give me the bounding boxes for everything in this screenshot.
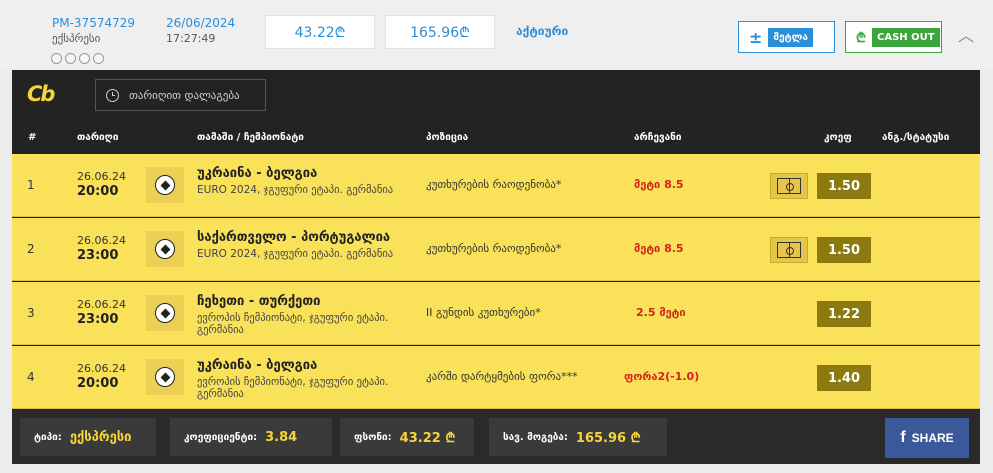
row-number: 4 (27, 370, 35, 384)
table-header: # თარიღი თამაში / ჩემპიონატი პოზიცია არჩ… (12, 122, 980, 154)
summary-total: სავ. მოგება: 165.96 ₾ (489, 418, 667, 456)
bet-summary-footer: ტიპი: ექსპრესი კოეფიციენტი: 3.84 ფსონი: … (12, 410, 980, 464)
clock-icon (106, 88, 119, 102)
row-number: 3 (27, 306, 35, 320)
calculate-button[interactable]: ± მეტლა (738, 21, 835, 53)
pitch-stats-icon[interactable] (770, 173, 808, 199)
progress-dot-icon (93, 53, 104, 64)
row-time: 20:00 (77, 376, 119, 391)
bet-details-panel: Cb თარიღით დალაგება # თარიღი თამაში / ჩე… (12, 70, 980, 464)
football-icon (146, 167, 184, 203)
row-number: 2 (27, 242, 35, 256)
bet-time: 17:27:49 (166, 32, 216, 45)
football-icon (146, 295, 184, 331)
plus-minus-icon: ± (749, 27, 763, 47)
bet-status: აქტიური (516, 24, 569, 38)
row-league: ევროპის ჩემპიონატი, ჯგუფური ეტაპი. გერმა… (197, 312, 389, 336)
row-odd: 1.50 (817, 173, 871, 199)
row-match[interactable]: ჩეხეთი - თურქეთი (197, 294, 320, 309)
cashout-label: CASH OUT (872, 27, 940, 47)
row-date: 26.06.24 (77, 234, 126, 247)
col-stats: ანგ./სტატუსი (882, 132, 950, 143)
row-date: 26.06.24 (77, 362, 126, 375)
row-league: EURO 2024, ჯგუფური ეტაპი. გერმანია (197, 184, 394, 196)
bet-id: PM-37574729 (52, 16, 135, 30)
summary-stake: ფსონი: 43.22 ₾ (340, 418, 474, 456)
bet-card: PM-37574729 ექსპრესი 26/06/2024 17:27:49… (0, 0, 993, 473)
progress-dot-icon (51, 53, 62, 64)
bet-date: 26/06/2024 (166, 16, 236, 30)
stake-amount: 43.22₾ (265, 15, 375, 49)
collapse-chevron-icon[interactable]: ︿ (958, 22, 974, 46)
row-result: ფორა2(-1.0) (624, 370, 700, 383)
share-label: SHARE (911, 431, 954, 445)
row-result: მეტი 8.5 (634, 242, 684, 255)
row-odd: 1.50 (817, 237, 871, 263)
row-match[interactable]: საქართველო - პორტუგალია (197, 230, 390, 245)
calculate-label: მეტლა (768, 27, 813, 47)
football-icon (146, 359, 184, 395)
row-time: 23:00 (77, 312, 119, 327)
summary-type: ტიპი: ექსპრესი (20, 418, 156, 456)
row-odd: 1.40 (817, 365, 871, 391)
row-time: 20:00 (77, 184, 119, 199)
summary-type-label: ტიპი: (34, 431, 62, 443)
row-odd: 1.22 (817, 301, 871, 327)
table-row[interactable]: 3 26.06.24 23:00 ჩეხეთი - თურქეთი ევროპი… (12, 282, 980, 345)
row-market: კარში დარტყმების ფორა*** (426, 370, 578, 383)
summary-total-value: 165.96 ₾ (575, 431, 641, 446)
table-row[interactable]: 2 26.06.24 23:00 საქართველო - პორტუგალია… (12, 218, 980, 281)
row-market: კუთხურების რაოდენობა* (426, 178, 562, 191)
col-result: არჩევანი (634, 132, 682, 143)
brand-logo: Cb (27, 82, 55, 106)
row-league: EURO 2024, ჯგუფური ეტაპი. გერმანია (197, 248, 394, 260)
summary-type-value: ექსპრესი (69, 429, 132, 445)
pitch-stats-icon[interactable] (770, 237, 808, 263)
summary-coef: კოეფიციენტი: 3.84 (170, 418, 332, 456)
facebook-icon: f (900, 429, 906, 446)
table-row[interactable]: 4 26.06.24 20:00 უკრაინა - ბელგია ევროპი… (12, 346, 980, 409)
row-date: 26.06.24 (77, 298, 126, 311)
summary-stake-value: 43.22 ₾ (399, 431, 456, 446)
progress-dot-icon (79, 53, 90, 64)
col-odd: კოეფ (824, 132, 852, 143)
summary-total-label: სავ. მოგება: (503, 431, 568, 443)
sort-by-date-button[interactable]: თარიღით დალაგება (95, 79, 266, 111)
sort-by-date-label: თარიღით დალაგება (129, 88, 240, 102)
row-number: 1 (27, 178, 35, 192)
col-match: თამაში / ჩემპიონატი (197, 132, 304, 143)
progress-dots (51, 53, 104, 64)
summary-coef-value: 3.84 (265, 429, 298, 445)
row-match[interactable]: უკრაინა - ბელგია (197, 166, 317, 181)
row-market: კუთხურების რაოდენობა* (426, 242, 562, 255)
row-result: მეტი 8.5 (634, 178, 684, 191)
cashout-button[interactable]: ₾ CASH OUT (845, 21, 942, 53)
football-icon (146, 231, 184, 267)
summary-stake-label: ფსონი: (354, 431, 392, 443)
row-market: II გუნდის კუთხურები* (426, 306, 541, 319)
row-match[interactable]: უკრაინა - ბელგია (197, 358, 317, 373)
bet-type: ექსპრესი (52, 32, 101, 45)
progress-dot-icon (65, 53, 76, 64)
cashout-icon: ₾ (856, 31, 867, 46)
row-date: 26.06.24 (77, 170, 126, 183)
table-row[interactable]: 1 26.06.24 20:00 უკრაინა - ბელგია EURO 2… (12, 154, 980, 217)
bet-header[interactable]: PM-37574729 ექსპრესი 26/06/2024 17:27:49… (0, 0, 993, 70)
facebook-share-button[interactable]: f SHARE (885, 418, 969, 458)
row-result: 2.5 მეტი (636, 306, 686, 319)
col-num: # (28, 132, 37, 143)
col-market: პოზიცია (426, 132, 469, 143)
summary-coef-label: კოეფიციენტი: (184, 431, 258, 443)
row-league: ევროპის ჩემპიონატი, ჯგუფური ეტაპი. გერმა… (197, 376, 389, 400)
row-time: 23:00 (77, 248, 119, 263)
col-date: თარიღი (77, 132, 119, 143)
possible-win-amount: 165.96₾ (385, 15, 495, 49)
